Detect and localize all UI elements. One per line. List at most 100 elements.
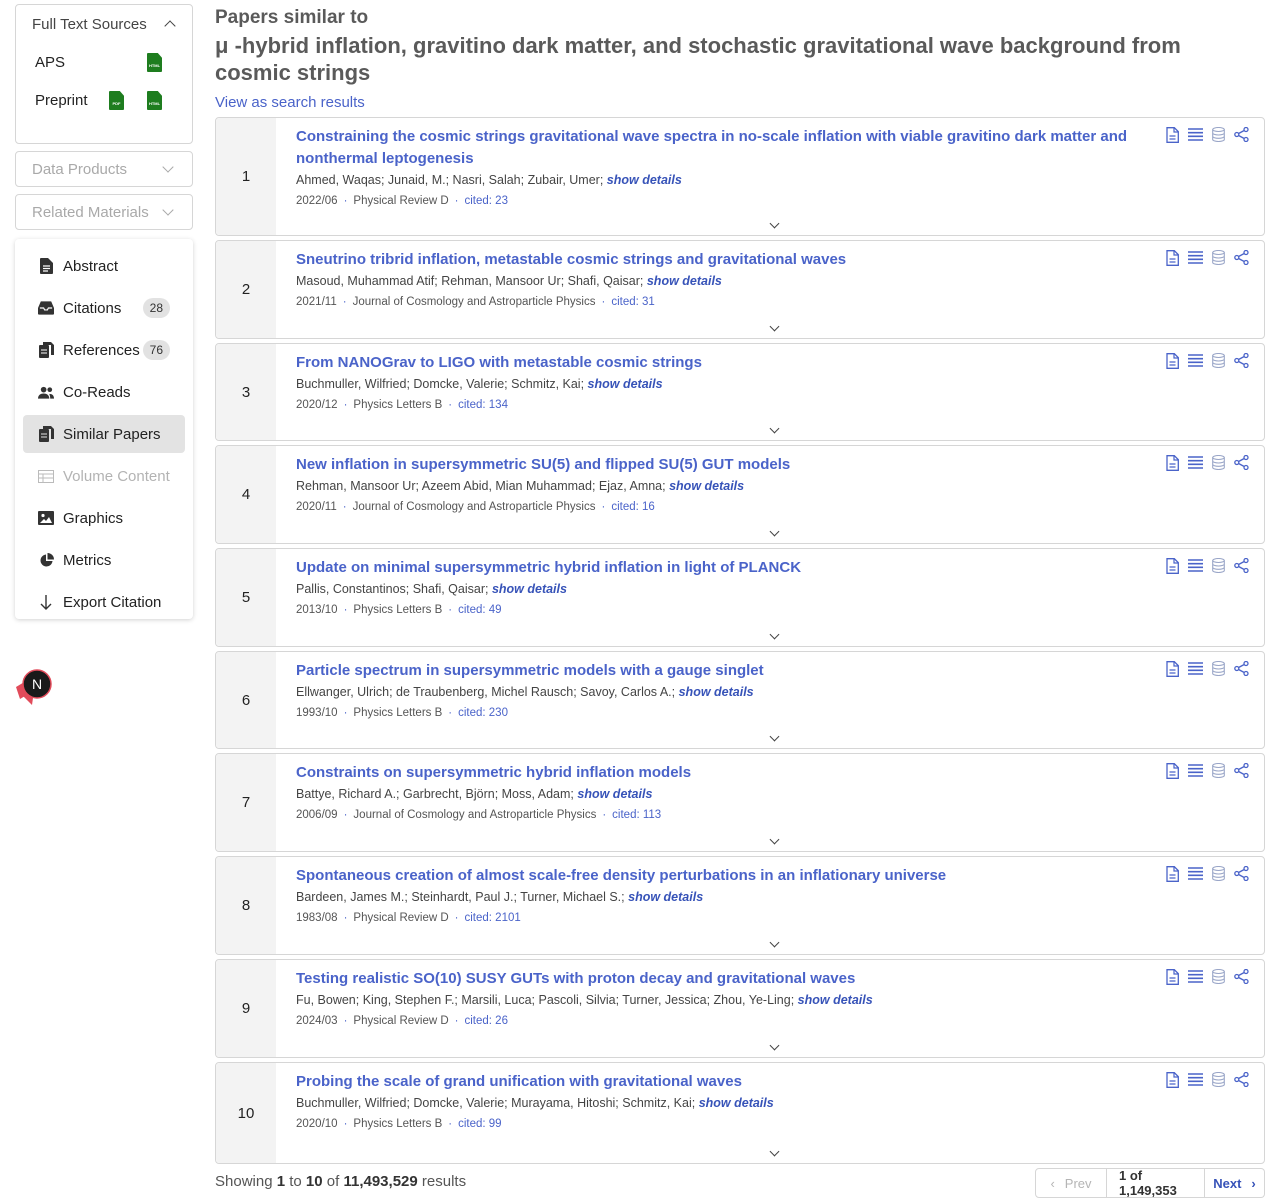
- result-cited-link[interactable]: cited: 49: [458, 604, 501, 616]
- file-text-icon[interactable]: [1165, 454, 1180, 471]
- data-products-dropdown[interactable]: Data Products: [15, 151, 193, 187]
- result-title-link[interactable]: Testing realistic SO(10) SUSY GUTs with …: [296, 970, 855, 987]
- separator-dot: ·: [454, 1015, 459, 1027]
- nav-graphics[interactable]: Graphics: [23, 499, 185, 537]
- list-icon[interactable]: [1188, 762, 1203, 779]
- file-text-icon[interactable]: [1165, 865, 1180, 882]
- expand-chevron-down-icon[interactable]: [769, 526, 780, 537]
- database-icon[interactable]: [1211, 865, 1226, 882]
- result-title-link[interactable]: Particle spectrum in supersymmetric mode…: [296, 662, 764, 679]
- share-icon[interactable]: [1234, 968, 1249, 985]
- preprint-pdf-file-icon[interactable]: PDF: [109, 91, 124, 110]
- result-cited-link[interactable]: cited: 134: [458, 399, 508, 411]
- show-details-link[interactable]: show details: [669, 479, 744, 493]
- show-details-link[interactable]: show details: [607, 173, 682, 187]
- share-icon[interactable]: [1234, 660, 1249, 677]
- database-icon[interactable]: [1211, 126, 1226, 143]
- nav-export-citation[interactable]: Export Citation: [23, 583, 185, 621]
- file-text-icon[interactable]: [1165, 249, 1180, 266]
- database-icon[interactable]: [1211, 352, 1226, 369]
- result-cited-link[interactable]: cited: 230: [458, 707, 508, 719]
- result-title-link[interactable]: From NANOGrav to LIGO with metastable co…: [296, 354, 702, 371]
- file-text-icon[interactable]: [1165, 762, 1180, 779]
- list-icon[interactable]: [1188, 352, 1203, 369]
- list-icon[interactable]: [1188, 557, 1203, 574]
- assistant-avatar-icon[interactable]: N: [12, 667, 56, 709]
- expand-chevron-down-icon[interactable]: [769, 218, 780, 229]
- next-page-button[interactable]: Next ›: [1205, 1168, 1265, 1198]
- expand-chevron-down-icon[interactable]: [769, 834, 780, 845]
- list-icon[interactable]: [1188, 1071, 1203, 1088]
- list-icon[interactable]: [1188, 865, 1203, 882]
- result-cited-link[interactable]: cited: 16: [611, 501, 654, 513]
- result-cited-link[interactable]: cited: 2101: [465, 912, 521, 924]
- related-materials-dropdown[interactable]: Related Materials: [15, 194, 193, 230]
- list-icon[interactable]: [1188, 249, 1203, 266]
- show-details-link[interactable]: show details: [679, 685, 754, 699]
- file-text-icon[interactable]: [1165, 126, 1180, 143]
- expand-chevron-down-icon[interactable]: [769, 423, 780, 434]
- share-icon[interactable]: [1234, 352, 1249, 369]
- share-icon[interactable]: [1234, 557, 1249, 574]
- database-icon[interactable]: [1211, 454, 1226, 471]
- database-icon[interactable]: [1211, 762, 1226, 779]
- list-icon[interactable]: [1188, 968, 1203, 985]
- expand-chevron-down-icon[interactable]: [769, 937, 780, 948]
- share-icon[interactable]: [1234, 454, 1249, 471]
- result-card: 9 Testing realistic SO(10) SUSY GUTs with…: [215, 959, 1265, 1058]
- result-cited-link[interactable]: cited: 99: [458, 1118, 501, 1130]
- nav-co-reads[interactable]: Co-Reads: [23, 373, 185, 411]
- result-title-link[interactable]: Constraints on supersymmetric hybrid inf…: [296, 764, 691, 781]
- database-icon[interactable]: [1211, 660, 1226, 677]
- list-icon[interactable]: [1188, 454, 1203, 471]
- show-details-link[interactable]: show details: [577, 787, 652, 801]
- file-text-icon[interactable]: [1165, 1071, 1180, 1088]
- show-details-link[interactable]: show details: [699, 1096, 774, 1110]
- expand-chevron-down-icon[interactable]: [769, 321, 780, 332]
- prev-page-button[interactable]: ‹ Prev: [1035, 1168, 1107, 1198]
- result-title-link[interactable]: Probing the scale of grand unification w…: [296, 1073, 742, 1090]
- nav-abstract[interactable]: Abstract: [23, 247, 185, 285]
- view-as-search-results-link[interactable]: View as search results: [215, 94, 1265, 111]
- list-icon[interactable]: [1188, 660, 1203, 677]
- nav-similar-papers[interactable]: Similar Papers: [23, 415, 185, 453]
- file-text-icon[interactable]: [1165, 352, 1180, 369]
- file-text-icon[interactable]: [1165, 557, 1180, 574]
- nav-metrics[interactable]: Metrics: [23, 541, 185, 579]
- aps-html-file-icon[interactable]: HTML: [147, 53, 162, 72]
- result-title-link[interactable]: Spontaneous creation of almost scale-fre…: [296, 867, 946, 884]
- nav-references[interactable]: References 76: [23, 331, 185, 369]
- result-title-link[interactable]: Constraining the cosmic strings gravitat…: [296, 128, 1127, 167]
- result-cited-link[interactable]: cited: 113: [612, 809, 661, 821]
- database-icon[interactable]: [1211, 249, 1226, 266]
- result-cited-link[interactable]: cited: 26: [465, 1015, 508, 1027]
- show-details-link[interactable]: show details: [492, 582, 567, 596]
- show-details-link[interactable]: show details: [588, 377, 663, 391]
- expand-chevron-down-icon[interactable]: [769, 629, 780, 640]
- expand-chevron-down-icon[interactable]: [769, 731, 780, 742]
- database-icon[interactable]: [1211, 968, 1226, 985]
- result-title-link[interactable]: Update on minimal supersymmetric hybrid …: [296, 559, 801, 576]
- preprint-html-file-icon[interactable]: HTML: [147, 91, 162, 110]
- result-title-link[interactable]: Sneutrino tribrid inflation, metastable …: [296, 251, 846, 268]
- show-details-link[interactable]: show details: [798, 993, 873, 1007]
- share-icon[interactable]: [1234, 865, 1249, 882]
- share-icon[interactable]: [1234, 249, 1249, 266]
- show-details-link[interactable]: show details: [628, 890, 703, 904]
- expand-chevron-down-icon[interactable]: [769, 1040, 780, 1051]
- file-text-icon[interactable]: [1165, 968, 1180, 985]
- result-cited-link[interactable]: cited: 31: [611, 296, 654, 308]
- list-icon[interactable]: [1188, 126, 1203, 143]
- database-icon[interactable]: [1211, 1071, 1226, 1088]
- share-icon[interactable]: [1234, 126, 1249, 143]
- expand-chevron-down-icon[interactable]: [769, 1146, 780, 1157]
- nav-citations[interactable]: Citations 28: [23, 289, 185, 327]
- database-icon[interactable]: [1211, 557, 1226, 574]
- share-icon[interactable]: [1234, 1071, 1249, 1088]
- result-title-link[interactable]: New inflation in supersymmetric SU(5) an…: [296, 456, 790, 473]
- share-icon[interactable]: [1234, 762, 1249, 779]
- full-text-sources-toggle[interactable]: Full Text Sources: [16, 5, 192, 43]
- result-cited-link[interactable]: cited: 23: [465, 195, 508, 207]
- file-text-icon[interactable]: [1165, 660, 1180, 677]
- show-details-link[interactable]: show details: [647, 274, 722, 288]
